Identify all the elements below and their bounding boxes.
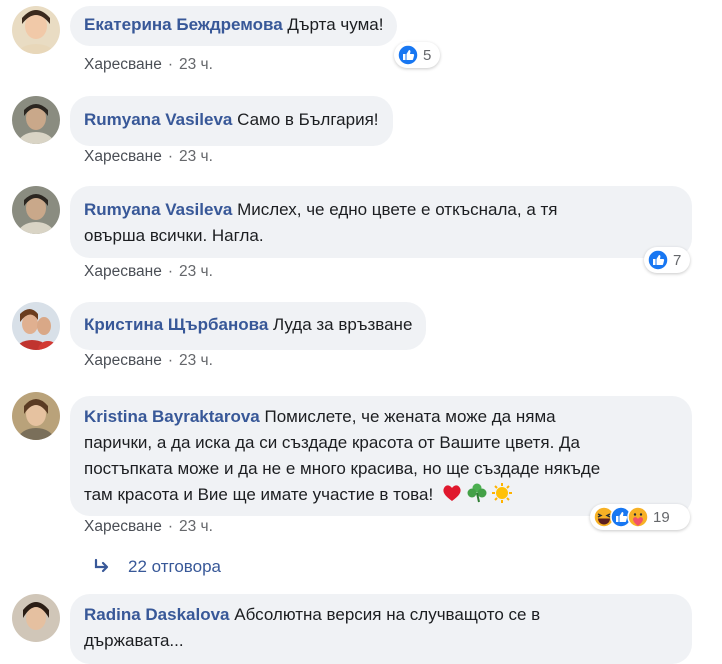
reaction-count: 5 bbox=[423, 46, 432, 64]
reply-arrow-icon bbox=[94, 558, 109, 573]
sun-emoji-icon bbox=[491, 483, 512, 503]
comment-text: Луда за връзване bbox=[268, 315, 413, 334]
comment-actions: Харесване · 23 ч. bbox=[84, 148, 213, 166]
comment-text-line: държавата... bbox=[84, 631, 184, 650]
heart-emoji-icon bbox=[443, 485, 461, 501]
comment-time[interactable]: 23 ч. bbox=[179, 518, 213, 535]
separator: · bbox=[167, 263, 173, 280]
comment-author[interactable]: Екатерина Беждремова bbox=[84, 15, 283, 34]
reaction-summary[interactable]: 7 bbox=[644, 247, 690, 273]
separator: · bbox=[167, 352, 173, 369]
comment-text-line: парички, а да иска да си създаде красота… bbox=[84, 433, 580, 452]
avatar[interactable] bbox=[12, 186, 60, 234]
view-replies-link[interactable]: 22 отговора bbox=[92, 557, 221, 577]
like-icon bbox=[647, 249, 669, 271]
comment-author[interactable]: Кристина Щърбанова bbox=[84, 315, 268, 334]
comment-time[interactable]: 23 ч. bbox=[179, 148, 213, 165]
comment-text: Помислете, че жената може да няма bbox=[259, 407, 556, 426]
like-button[interactable]: Харесване bbox=[84, 352, 162, 369]
reaction-count: 7 bbox=[673, 251, 682, 269]
comment-text: Мислех, че едно цвете е откъснала, а тя bbox=[232, 200, 558, 219]
comment-actions: Харесване · 23 ч. bbox=[84, 352, 213, 370]
reaction-count: 19 bbox=[653, 508, 670, 526]
comment-time[interactable]: 23 ч. bbox=[179, 263, 213, 280]
like-button[interactable]: Харесване bbox=[84, 56, 162, 73]
care-icon bbox=[627, 506, 649, 528]
comment-bubble: Kristina Bayraktarova Помислете, че жена… bbox=[70, 396, 692, 516]
reaction-summary[interactable]: 19 bbox=[590, 504, 690, 530]
avatar[interactable] bbox=[12, 594, 60, 642]
separator: · bbox=[167, 148, 173, 165]
avatar[interactable] bbox=[12, 392, 60, 440]
comment-time[interactable]: 23 ч. bbox=[179, 352, 213, 369]
comment-text-line: постъпката може и да не е много красива,… bbox=[84, 459, 601, 478]
comment-text-line: там красота и Вие ще имате участие в тов… bbox=[84, 485, 434, 504]
comment-text: Само в България! bbox=[232, 110, 379, 129]
comment-actions: Харесване · 23 ч. bbox=[84, 56, 213, 74]
comment-bubble: Rumyana Vasileva Само в България! bbox=[70, 96, 393, 146]
avatar[interactable] bbox=[12, 6, 60, 54]
shamrock-emoji-icon bbox=[467, 483, 487, 503]
avatar[interactable] bbox=[12, 96, 60, 144]
comment-author[interactable]: Kristina Bayraktarova bbox=[84, 407, 260, 426]
comment-bubble: Кристина Щърбанова Луда за връзване bbox=[70, 302, 427, 350]
avatar[interactable] bbox=[12, 302, 60, 350]
comment-text: Абсолютна версия на случващото се в bbox=[229, 605, 541, 624]
comment-author[interactable]: Rumyana Vasileva bbox=[84, 110, 232, 129]
comment-bubble: Екатерина Беждремова Дърта чума! bbox=[70, 6, 398, 46]
separator: · bbox=[167, 518, 173, 535]
comment-text: Дърта чума! bbox=[282, 15, 384, 34]
like-button[interactable]: Харесване bbox=[84, 148, 162, 165]
reaction-summary[interactable]: 5 bbox=[394, 42, 440, 68]
separator: · bbox=[167, 56, 173, 73]
comment-actions: Харесване · 23 ч. bbox=[84, 518, 213, 536]
comment-author[interactable]: Radina Daskalova bbox=[84, 605, 230, 624]
replies-count[interactable]: 22 отговора bbox=[128, 557, 221, 577]
like-button[interactable]: Харесване bbox=[84, 263, 162, 280]
comment-actions: Харесване · 23 ч. bbox=[84, 263, 213, 281]
comment-time[interactable]: 23 ч. bbox=[179, 56, 213, 73]
comment-bubble: Radina Daskalova Абсолютна версия на слу… bbox=[70, 594, 692, 664]
comment-text-line: овърша всички. Нагла. bbox=[84, 226, 264, 245]
comment-author[interactable]: Rumyana Vasileva bbox=[84, 200, 232, 219]
like-button[interactable]: Харесване bbox=[84, 518, 162, 535]
like-icon bbox=[397, 44, 419, 66]
comment-bubble: Rumyana Vasileva Мислех, че едно цвете е… bbox=[70, 186, 692, 258]
